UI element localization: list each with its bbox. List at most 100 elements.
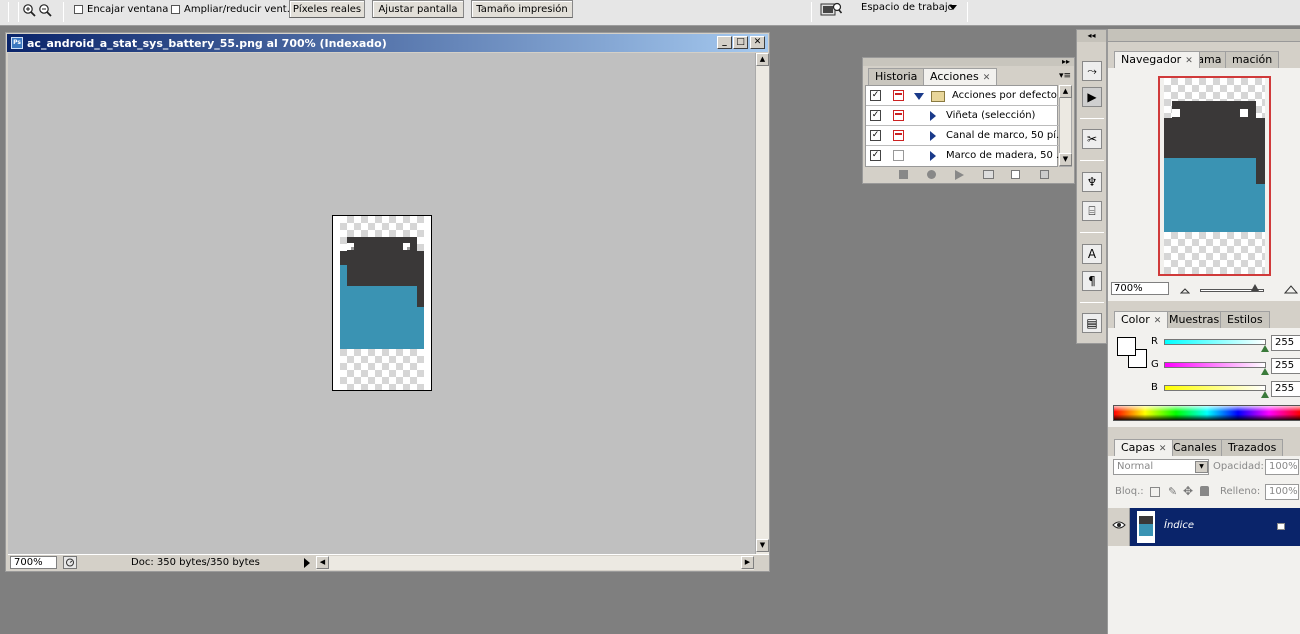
slider-thumb[interactable] xyxy=(1261,368,1269,375)
scroll-down-icon[interactable]: ▼ xyxy=(1059,153,1072,166)
list-item[interactable]: ✓ Canal de marco, 50 pí... xyxy=(866,126,1066,146)
scroll-right-icon[interactable]: ▶ xyxy=(741,556,754,569)
canvas-area[interactable] xyxy=(8,53,755,554)
brushes-icon[interactable]: ⌸ xyxy=(1082,201,1102,221)
slider-thumb[interactable] xyxy=(1251,284,1259,291)
foreground-color-swatch[interactable] xyxy=(1117,337,1136,356)
record-icon[interactable] xyxy=(927,170,936,179)
image-canvas[interactable] xyxy=(332,215,432,391)
workspace-icon[interactable] xyxy=(820,1,842,18)
close-tab-icon[interactable]: ✕ xyxy=(983,73,991,83)
scroll-left-icon[interactable]: ◀ xyxy=(316,556,329,569)
layer-comps-icon[interactable]: ▤ xyxy=(1082,313,1102,333)
horizontal-scrollbar[interactable]: ◀ ▶ xyxy=(316,556,754,570)
status-menu-arrow-icon[interactable] xyxy=(304,558,310,568)
list-item[interactable]: ✓ Viñeta (selección) xyxy=(866,106,1059,126)
zoom-out-icon[interactable] xyxy=(38,3,52,17)
layer-row[interactable]: Índice xyxy=(1108,508,1300,546)
actual-pixels-button[interactable]: Píxeles reales xyxy=(289,0,365,18)
tab-trazados[interactable]: Trazados xyxy=(1221,439,1284,456)
zoom-out-mountain-icon[interactable] xyxy=(1180,286,1190,294)
list-item[interactable]: ✓ Marco de madera, 50 ... xyxy=(866,146,1066,166)
checkbox-box[interactable] xyxy=(171,5,180,14)
vertical-scrollbar[interactable]: ▲ ▼ xyxy=(755,53,769,554)
minimize-button[interactable]: _ xyxy=(717,36,732,49)
channel-g-slider[interactable] xyxy=(1164,362,1266,368)
delete-icon[interactable] xyxy=(1040,170,1049,179)
dock-grip[interactable] xyxy=(1108,29,1300,42)
scroll-up-icon[interactable]: ▲ xyxy=(1059,85,1072,98)
clone-source-icon[interactable]: ♆ xyxy=(1082,172,1102,192)
navigator-zoom-field[interactable]: 700% xyxy=(1111,282,1169,295)
action-enabled-checkbox[interactable]: ✓ xyxy=(870,90,881,101)
actions-scrollbar[interactable]: ▲ ▼ xyxy=(1059,85,1072,167)
tab-navigator[interactable]: Navegador ✕ xyxy=(1114,51,1200,68)
color-spectrum-bar[interactable] xyxy=(1113,405,1300,421)
action-enabled-checkbox[interactable]: ✓ xyxy=(870,150,881,161)
resize-windows-checkbox[interactable]: Ampliar/reducir vent. xyxy=(171,4,290,15)
new-set-icon[interactable] xyxy=(983,170,994,179)
channel-r-value[interactable]: 255 xyxy=(1271,335,1300,351)
tool-presets-icon[interactable]: ✂ xyxy=(1082,129,1102,149)
close-tab-icon[interactable]: ✕ xyxy=(1159,444,1167,454)
opacity-field[interactable]: 100% xyxy=(1265,459,1299,475)
scroll-down-icon[interactable]: ▼ xyxy=(756,539,769,552)
actions-list[interactable]: ✓ Acciones por defecto ✓ Viñeta (selecci… xyxy=(865,85,1066,167)
lock-paint-icon[interactable]: ✎ xyxy=(1168,485,1177,498)
zoom-in-icon[interactable] xyxy=(22,3,36,17)
tab-historia[interactable]: Historia xyxy=(868,68,925,85)
lock-all-icon[interactable] xyxy=(1200,486,1209,496)
fit-screen-button[interactable]: Ajustar pantalla xyxy=(372,0,464,18)
expand-triangle-icon[interactable] xyxy=(914,93,924,100)
slider-thumb[interactable] xyxy=(1261,345,1269,352)
print-size-button[interactable]: Tamaño impresión xyxy=(471,0,573,18)
close-tab-icon[interactable]: ✕ xyxy=(1185,56,1193,66)
dialog-toggle-icon[interactable] xyxy=(893,130,904,141)
zoom-in-mountain-icon[interactable] xyxy=(1284,284,1298,294)
tab-info[interactable]: mación xyxy=(1225,51,1280,68)
panel-grip[interactable]: ◂◂ xyxy=(1077,30,1106,42)
workspace-menu[interactable]: Espacio de trabajo xyxy=(861,2,954,13)
tab-acciones[interactable]: Acciones ✕ xyxy=(923,68,998,85)
tab-estilos[interactable]: Estilos xyxy=(1220,311,1270,328)
dialog-toggle-icon[interactable] xyxy=(893,110,904,121)
tab-canales[interactable]: Canales xyxy=(1166,439,1224,456)
history-brush-icon[interactable]: ⤳ xyxy=(1082,61,1102,81)
layer-name[interactable]: Índice xyxy=(1164,520,1194,531)
lock-transparency-icon[interactable] xyxy=(1150,487,1160,497)
checkbox-box[interactable] xyxy=(74,5,83,14)
dialog-toggle-icon[interactable] xyxy=(893,90,904,101)
zoom-level-field[interactable]: 700% xyxy=(10,556,57,569)
document-title-bar[interactable]: Ps ac_android_a_stat_sys_battery_55.png … xyxy=(7,34,768,52)
channel-r-slider[interactable] xyxy=(1164,339,1266,345)
expand-triangle-icon[interactable] xyxy=(930,111,936,121)
fit-window-checkbox[interactable]: Encajar ventana xyxy=(74,4,168,15)
navigator-view-box[interactable] xyxy=(1158,76,1271,276)
maximize-button[interactable]: □ xyxy=(733,36,748,49)
close-tab-icon[interactable]: ✕ xyxy=(1154,316,1162,326)
dialog-toggle-icon[interactable] xyxy=(893,150,904,161)
chevron-down-icon[interactable]: ▼ xyxy=(1195,461,1208,473)
eye-icon[interactable] xyxy=(1112,520,1126,530)
actions-play-icon[interactable]: ▶ xyxy=(1082,87,1102,107)
new-action-icon[interactable] xyxy=(1011,170,1020,179)
tab-capas[interactable]: Capas ✕ xyxy=(1114,439,1174,456)
slider-thumb[interactable] xyxy=(1261,391,1269,398)
channel-b-slider[interactable] xyxy=(1164,385,1266,391)
workspace-dropdown-arrow-icon[interactable] xyxy=(949,5,957,10)
play-icon[interactable] xyxy=(955,170,964,180)
action-enabled-checkbox[interactable]: ✓ xyxy=(870,110,881,121)
status-info-icon[interactable] xyxy=(63,556,77,569)
panel-collapse-icon[interactable]: ▸▸ xyxy=(1062,58,1070,66)
layer-visibility-toggle[interactable] xyxy=(1108,508,1130,546)
list-item[interactable]: ✓ Acciones por defecto xyxy=(866,86,1059,106)
lock-move-icon[interactable]: ✥ xyxy=(1183,484,1193,498)
close-button[interactable]: ✕ xyxy=(750,36,765,49)
paragraph-icon[interactable]: ¶ xyxy=(1082,271,1102,291)
expand-triangle-icon[interactable] xyxy=(930,131,936,141)
channel-g-value[interactable]: 255 xyxy=(1271,358,1300,374)
channel-b-value[interactable]: 255 xyxy=(1271,381,1300,397)
panel-grip[interactable] xyxy=(863,58,1074,66)
scroll-up-icon[interactable]: ▲ xyxy=(756,53,769,66)
fill-field[interactable]: 100% xyxy=(1265,484,1299,500)
